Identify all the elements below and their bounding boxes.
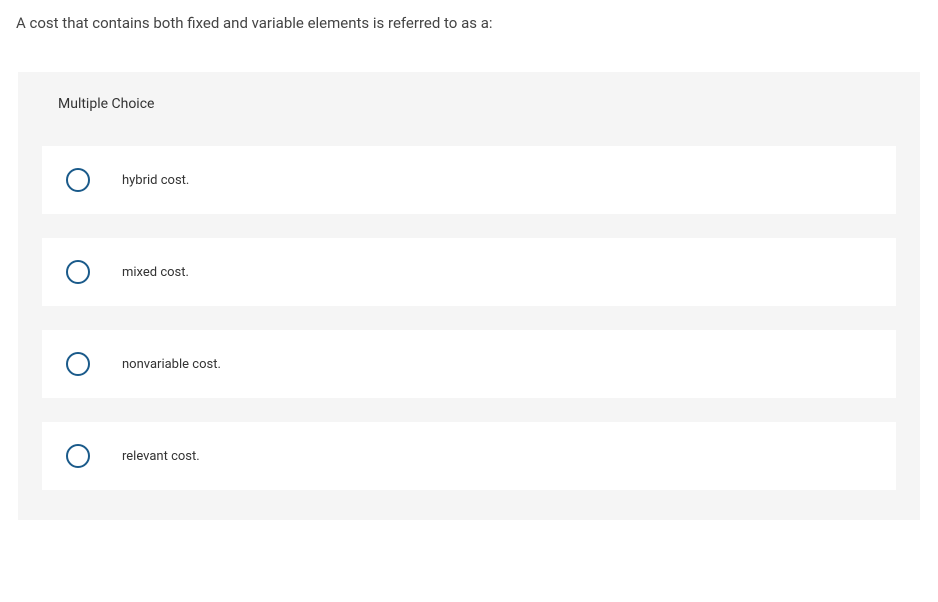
option-row-relevant[interactable]: relevant cost. (42, 422, 896, 490)
radio-icon[interactable] (66, 168, 90, 192)
option-label: relevant cost. (122, 449, 200, 464)
option-row-mixed[interactable]: mixed cost. (42, 238, 896, 306)
options-section: hybrid cost. mixed cost. nonvariable cos… (18, 136, 920, 520)
radio-icon[interactable] (66, 260, 90, 284)
option-label: hybrid cost. (122, 173, 189, 188)
option-row-hybrid[interactable]: hybrid cost. (42, 146, 896, 214)
radio-icon[interactable] (66, 444, 90, 468)
option-label: nonvariable cost. (122, 357, 221, 372)
option-label: mixed cost. (122, 265, 189, 280)
radio-icon[interactable] (66, 352, 90, 376)
question-container: Multiple Choice hybrid cost. mixed cost.… (18, 72, 920, 520)
question-type-header: Multiple Choice (18, 72, 920, 136)
option-row-nonvariable[interactable]: nonvariable cost. (42, 330, 896, 398)
question-text: A cost that contains both fixed and vari… (0, 0, 938, 42)
